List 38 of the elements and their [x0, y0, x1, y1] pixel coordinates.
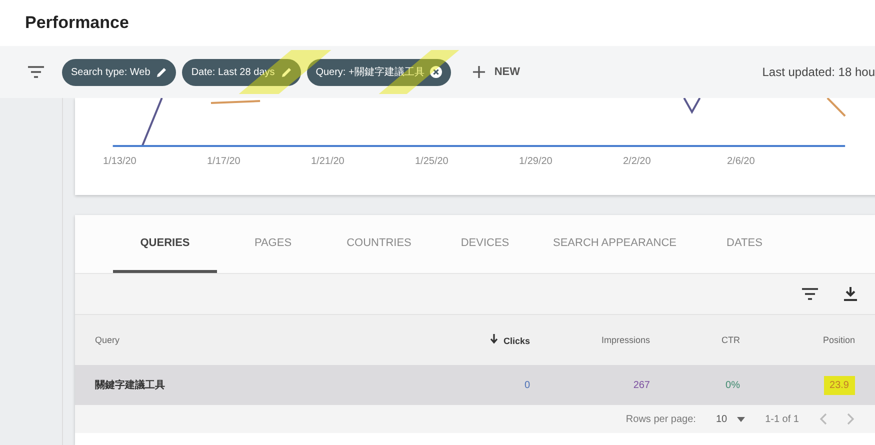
- pencil-icon[interactable]: [156, 66, 168, 78]
- plus-icon: [473, 66, 486, 78]
- axis-label: 1/29/20: [519, 156, 554, 167]
- axis-label: 1/25/20: [415, 156, 450, 167]
- tab[interactable]: SEARCH APPEARANCE: [553, 215, 676, 273]
- download-icon[interactable]: [844, 287, 857, 301]
- tab[interactable]: PAGES: [235, 215, 311, 273]
- filter-icon[interactable]: [802, 288, 818, 300]
- rows-per-page-label: Rows per page:: [626, 414, 696, 424]
- axis-label: 1/13/20: [103, 156, 138, 167]
- table-cell-text: 267: [632, 380, 650, 390]
- filter-chip[interactable]: Search type: Web: [62, 58, 176, 86]
- axis-label: 2/6/20: [727, 156, 756, 167]
- close-icon[interactable]: [430, 66, 442, 78]
- filter-chip[interactable]: Query: +關鍵字建議工具: [306, 58, 452, 86]
- axis-label: 1/21/20: [311, 156, 346, 167]
- table-cell-text: 0: [523, 380, 530, 390]
- page-range: 1-1 of 1: [765, 414, 799, 424]
- tab[interactable]: DATES: [706, 215, 782, 273]
- axis-label: 2/2/20: [623, 156, 652, 167]
- rows-per-page-select[interactable]: 10: [716, 414, 746, 424]
- caret-icon: [737, 416, 746, 422]
- filter-icon[interactable]: [28, 66, 44, 78]
- filter-chip[interactable]: Date: Last 28 days: [182, 58, 301, 86]
- sort-down-icon: [490, 334, 498, 344]
- page-title: Performance: [25, 13, 129, 33]
- column-header[interactable]: Clicks: [440, 334, 530, 346]
- column-header[interactable]: Query: [95, 335, 440, 345]
- column-header[interactable]: CTR: [650, 335, 740, 345]
- column-header[interactable]: Position: [740, 335, 855, 345]
- column-header[interactable]: Impressions: [530, 335, 650, 345]
- tab[interactable]: COUNTRIES: [341, 215, 417, 273]
- tab[interactable]: DEVICES: [447, 215, 523, 273]
- new-filter-button[interactable]: NEW: [467, 65, 526, 79]
- table-cell-text: 關鍵字建議工具: [95, 378, 166, 392]
- axis-label: 1/17/20: [207, 156, 242, 167]
- last-updated-text: Last updated: 18 hou: [762, 65, 875, 79]
- table-cell-text: 0%: [724, 380, 740, 390]
